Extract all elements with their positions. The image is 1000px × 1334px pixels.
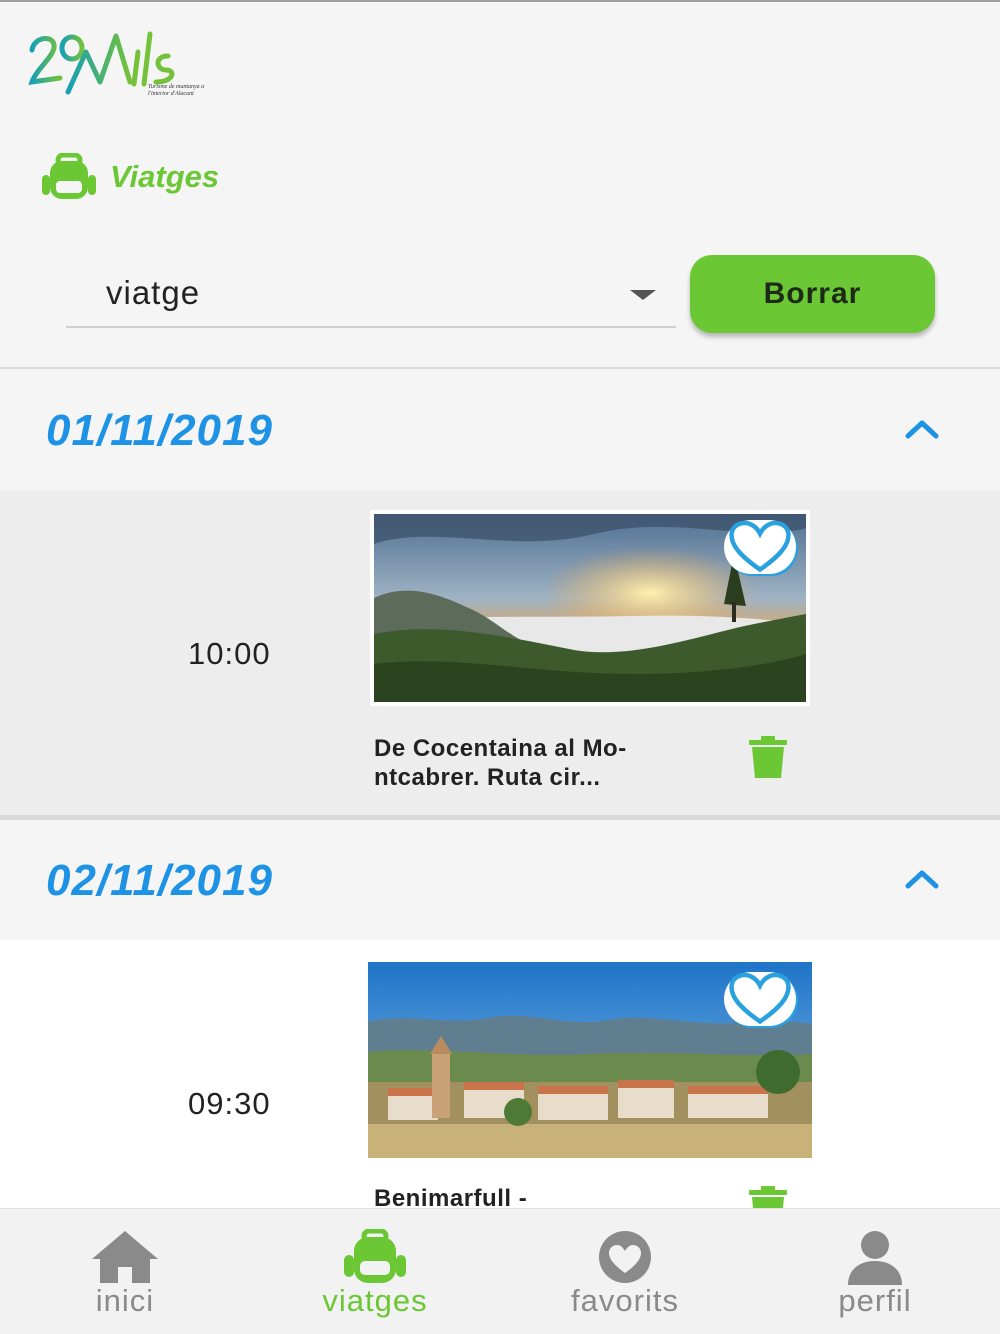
- person-icon: [848, 1231, 902, 1285]
- day-header[interactable]: 02/11/2019: [0, 820, 1000, 940]
- entry-time: 10:00: [188, 636, 271, 671]
- favorite-button[interactable]: [724, 520, 796, 574]
- nav-item-viatges[interactable]: viatges: [250, 1209, 500, 1334]
- nav-item-favorits[interactable]: favorits: [500, 1209, 750, 1334]
- nav-item-perfil[interactable]: perfil: [750, 1209, 1000, 1334]
- favorite-button[interactable]: [724, 972, 796, 1026]
- day-header[interactable]: 01/11/2019: [0, 370, 1000, 490]
- entry-title[interactable]: Benimarfull -: [374, 1184, 704, 1208]
- nav-label: viatges: [322, 1283, 428, 1318]
- list-item[interactable]: 10:00 De Cocentaina al Mo- ntcabrer. Rut…: [0, 490, 1000, 815]
- divider: [0, 367, 1000, 369]
- heart-icon: [599, 1231, 651, 1283]
- trash-icon[interactable]: [748, 736, 788, 778]
- backpack-icon: [344, 1229, 406, 1283]
- bottom-nav: inici viatges favorits perfil: [0, 1208, 1000, 1334]
- page-title: Viatges: [40, 152, 219, 202]
- top-border: [0, 0, 1000, 2]
- chevron-up-icon[interactable]: [905, 868, 939, 890]
- entry-photo[interactable]: [370, 510, 810, 706]
- trash-icon[interactable]: [748, 1186, 788, 1208]
- entry-title-line: ntcabrer. Ruta cir...: [374, 764, 601, 791]
- chevron-up-icon[interactable]: [905, 418, 939, 440]
- chevron-down-icon: [630, 290, 656, 300]
- nav-label: favorits: [571, 1283, 679, 1318]
- heart-icon: [729, 972, 791, 1025]
- clear-button[interactable]: Borrar: [690, 255, 935, 333]
- day-date: 02/11/2019: [46, 856, 273, 905]
- trip-select-value: viatge: [106, 274, 201, 311]
- nav-label: perfil: [838, 1283, 912, 1318]
- page-title-text: Viatges: [110, 159, 220, 194]
- entry-title-line: De Cocentaina al Mo-: [374, 735, 627, 762]
- home-icon: [92, 1231, 158, 1283]
- entry-time: 09:30: [188, 1086, 271, 1121]
- day-date: 01/11/2019: [46, 406, 273, 455]
- heart-icon: [729, 520, 791, 573]
- nav-label: inici: [95, 1283, 155, 1318]
- list-item[interactable]: 09:30 Benimarfull -: [0, 940, 1000, 1208]
- nav-item-inici[interactable]: inici: [0, 1209, 250, 1334]
- trip-select[interactable]: viatge: [66, 262, 676, 328]
- entry-title[interactable]: De Cocentaina al Mo- ntcabrer. Ruta cir.…: [374, 734, 704, 792]
- entry-photo[interactable]: [368, 962, 812, 1158]
- logo-tagline: Turisme de muntanya a l'interior d'Alaca…: [148, 84, 205, 97]
- backpack-icon: [42, 153, 96, 199]
- entry-title-line: Benimarfull -: [374, 1185, 528, 1208]
